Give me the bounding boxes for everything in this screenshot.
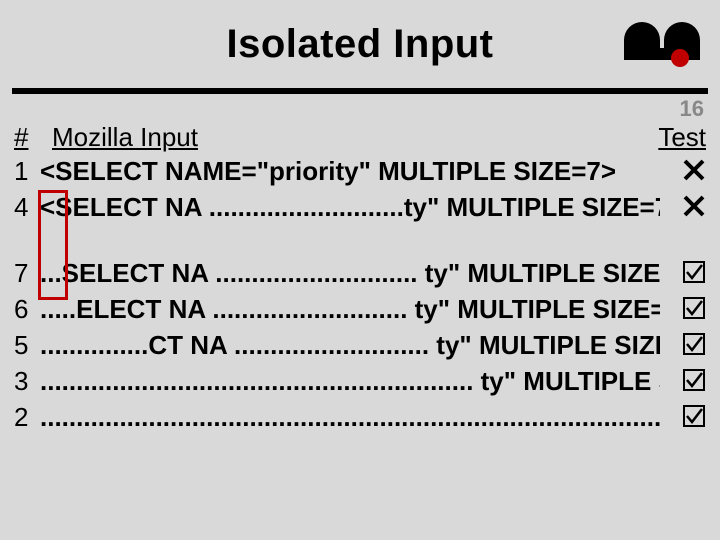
row-text: ...............CT NA ...................… [40, 330, 660, 361]
row-text: .....ELECT NA ..........................… [40, 294, 660, 325]
check-mark-icon [682, 404, 706, 428]
table-row: 1 <SELECT NAME="priority" MULTIPLE SIZE=… [14, 154, 706, 190]
row-num: 3 [14, 366, 38, 397]
slide-title: Isolated Input [0, 22, 720, 67]
row-gap [14, 226, 706, 256]
x-mark-icon [682, 158, 706, 182]
slide: Isolated Input 16 # Mozilla Input Test 1… [0, 0, 720, 540]
table-row: 6 .....ELECT NA ........................… [14, 292, 706, 328]
table-row: 3 ......................................… [14, 364, 706, 400]
table-row: 7 ...SELECT NA .........................… [14, 256, 706, 292]
row-num: 6 [14, 294, 38, 325]
header-num: # [14, 122, 28, 153]
content-area: # Mozilla Input Test 1 <SELECT NAME="pri… [14, 122, 706, 436]
table-header: # Mozilla Input Test [14, 122, 706, 154]
check-mark-icon [682, 368, 706, 392]
row-text: ........................................… [40, 402, 660, 433]
header-test: Test [658, 122, 706, 153]
check-mark-icon [682, 296, 706, 320]
row-text: ...SELECT NA ...........................… [40, 258, 660, 289]
page-number: 16 [680, 96, 704, 122]
table-row: 4 <SELECT NA ...........................… [14, 190, 706, 226]
row-num: 7 [14, 258, 38, 289]
row-text: ........................................… [40, 366, 660, 397]
row-num: 2 [14, 402, 38, 433]
check-mark-icon [682, 332, 706, 356]
row-text: <SELECT NA ...........................ty… [40, 192, 660, 223]
row-num: 1 [14, 156, 38, 187]
row-text: <SELECT NAME="priority" MULTIPLE SIZE=7> [40, 156, 660, 187]
header-mid: Mozilla Input [52, 122, 198, 153]
table-row: 2 ......................................… [14, 400, 706, 436]
row-num: 4 [14, 192, 38, 223]
horizontal-rule [12, 88, 708, 94]
row-num: 5 [14, 330, 38, 361]
check-mark-icon [682, 260, 706, 284]
x-mark-icon [682, 194, 706, 218]
logo-icon [622, 20, 702, 68]
table-row: 5 ...............CT NA .................… [14, 328, 706, 364]
